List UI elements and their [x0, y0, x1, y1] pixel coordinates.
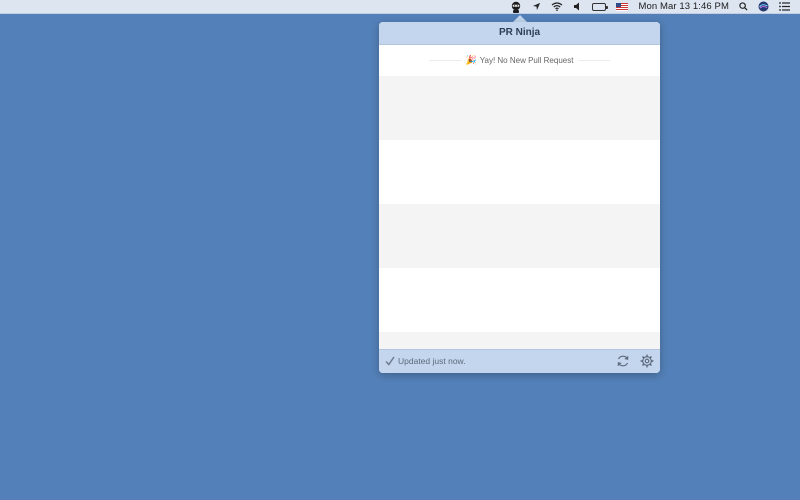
ninja-icon[interactable] — [510, 0, 522, 14]
updated-text: Updated just now. — [398, 356, 466, 367]
wifi-icon[interactable] — [551, 0, 563, 14]
party-popper-icon: 🎉 — [465, 54, 477, 65]
settings-button[interactable] — [638, 353, 655, 370]
status-divider-right — [578, 59, 610, 61]
status-message: 🎉 Yay! No New Pull Request — [466, 55, 574, 66]
popover-title: PR Ninja — [498, 27, 541, 39]
refresh-button[interactable] — [614, 353, 631, 370]
pr-ninja-popover: PR Ninja 🎉 Yay! No New Pull Request Upda… — [379, 22, 660, 373]
list-item — [379, 267, 660, 332]
status-message-text: Yay! No New Pull Request — [479, 55, 574, 65]
spotlight-search-icon[interactable] — [739, 0, 748, 14]
list-item — [379, 139, 660, 204]
volume-icon[interactable] — [573, 0, 582, 14]
popover-arrow — [513, 15, 527, 22]
list-item — [379, 331, 660, 349]
notification-center-icon[interactable] — [779, 0, 790, 14]
menu-bar: Mon Mar 13 1:46 PM — [0, 0, 800, 14]
update-status: Updated just now. — [385, 356, 607, 366]
siri-icon[interactable] — [758, 0, 769, 14]
pull-request-list: 🎉 Yay! No New Pull Request — [379, 44, 660, 349]
checkmark-icon — [385, 356, 395, 366]
menubar-clock[interactable]: Mon Mar 13 1:46 PM — [638, 0, 729, 14]
list-item — [379, 75, 660, 140]
popover-footer: Updated just now. — [379, 348, 660, 373]
battery-icon[interactable] — [592, 0, 609, 14]
list-item — [379, 203, 660, 268]
status-divider-left — [429, 59, 461, 61]
gear-icon — [640, 354, 653, 368]
us-flag-icon[interactable] — [616, 0, 629, 14]
status-row: 🎉 Yay! No New Pull Request — [379, 44, 660, 76]
refresh-icon — [617, 355, 628, 367]
popover-header: PR Ninja — [379, 22, 660, 45]
location-arrow-icon[interactable] — [532, 0, 541, 14]
